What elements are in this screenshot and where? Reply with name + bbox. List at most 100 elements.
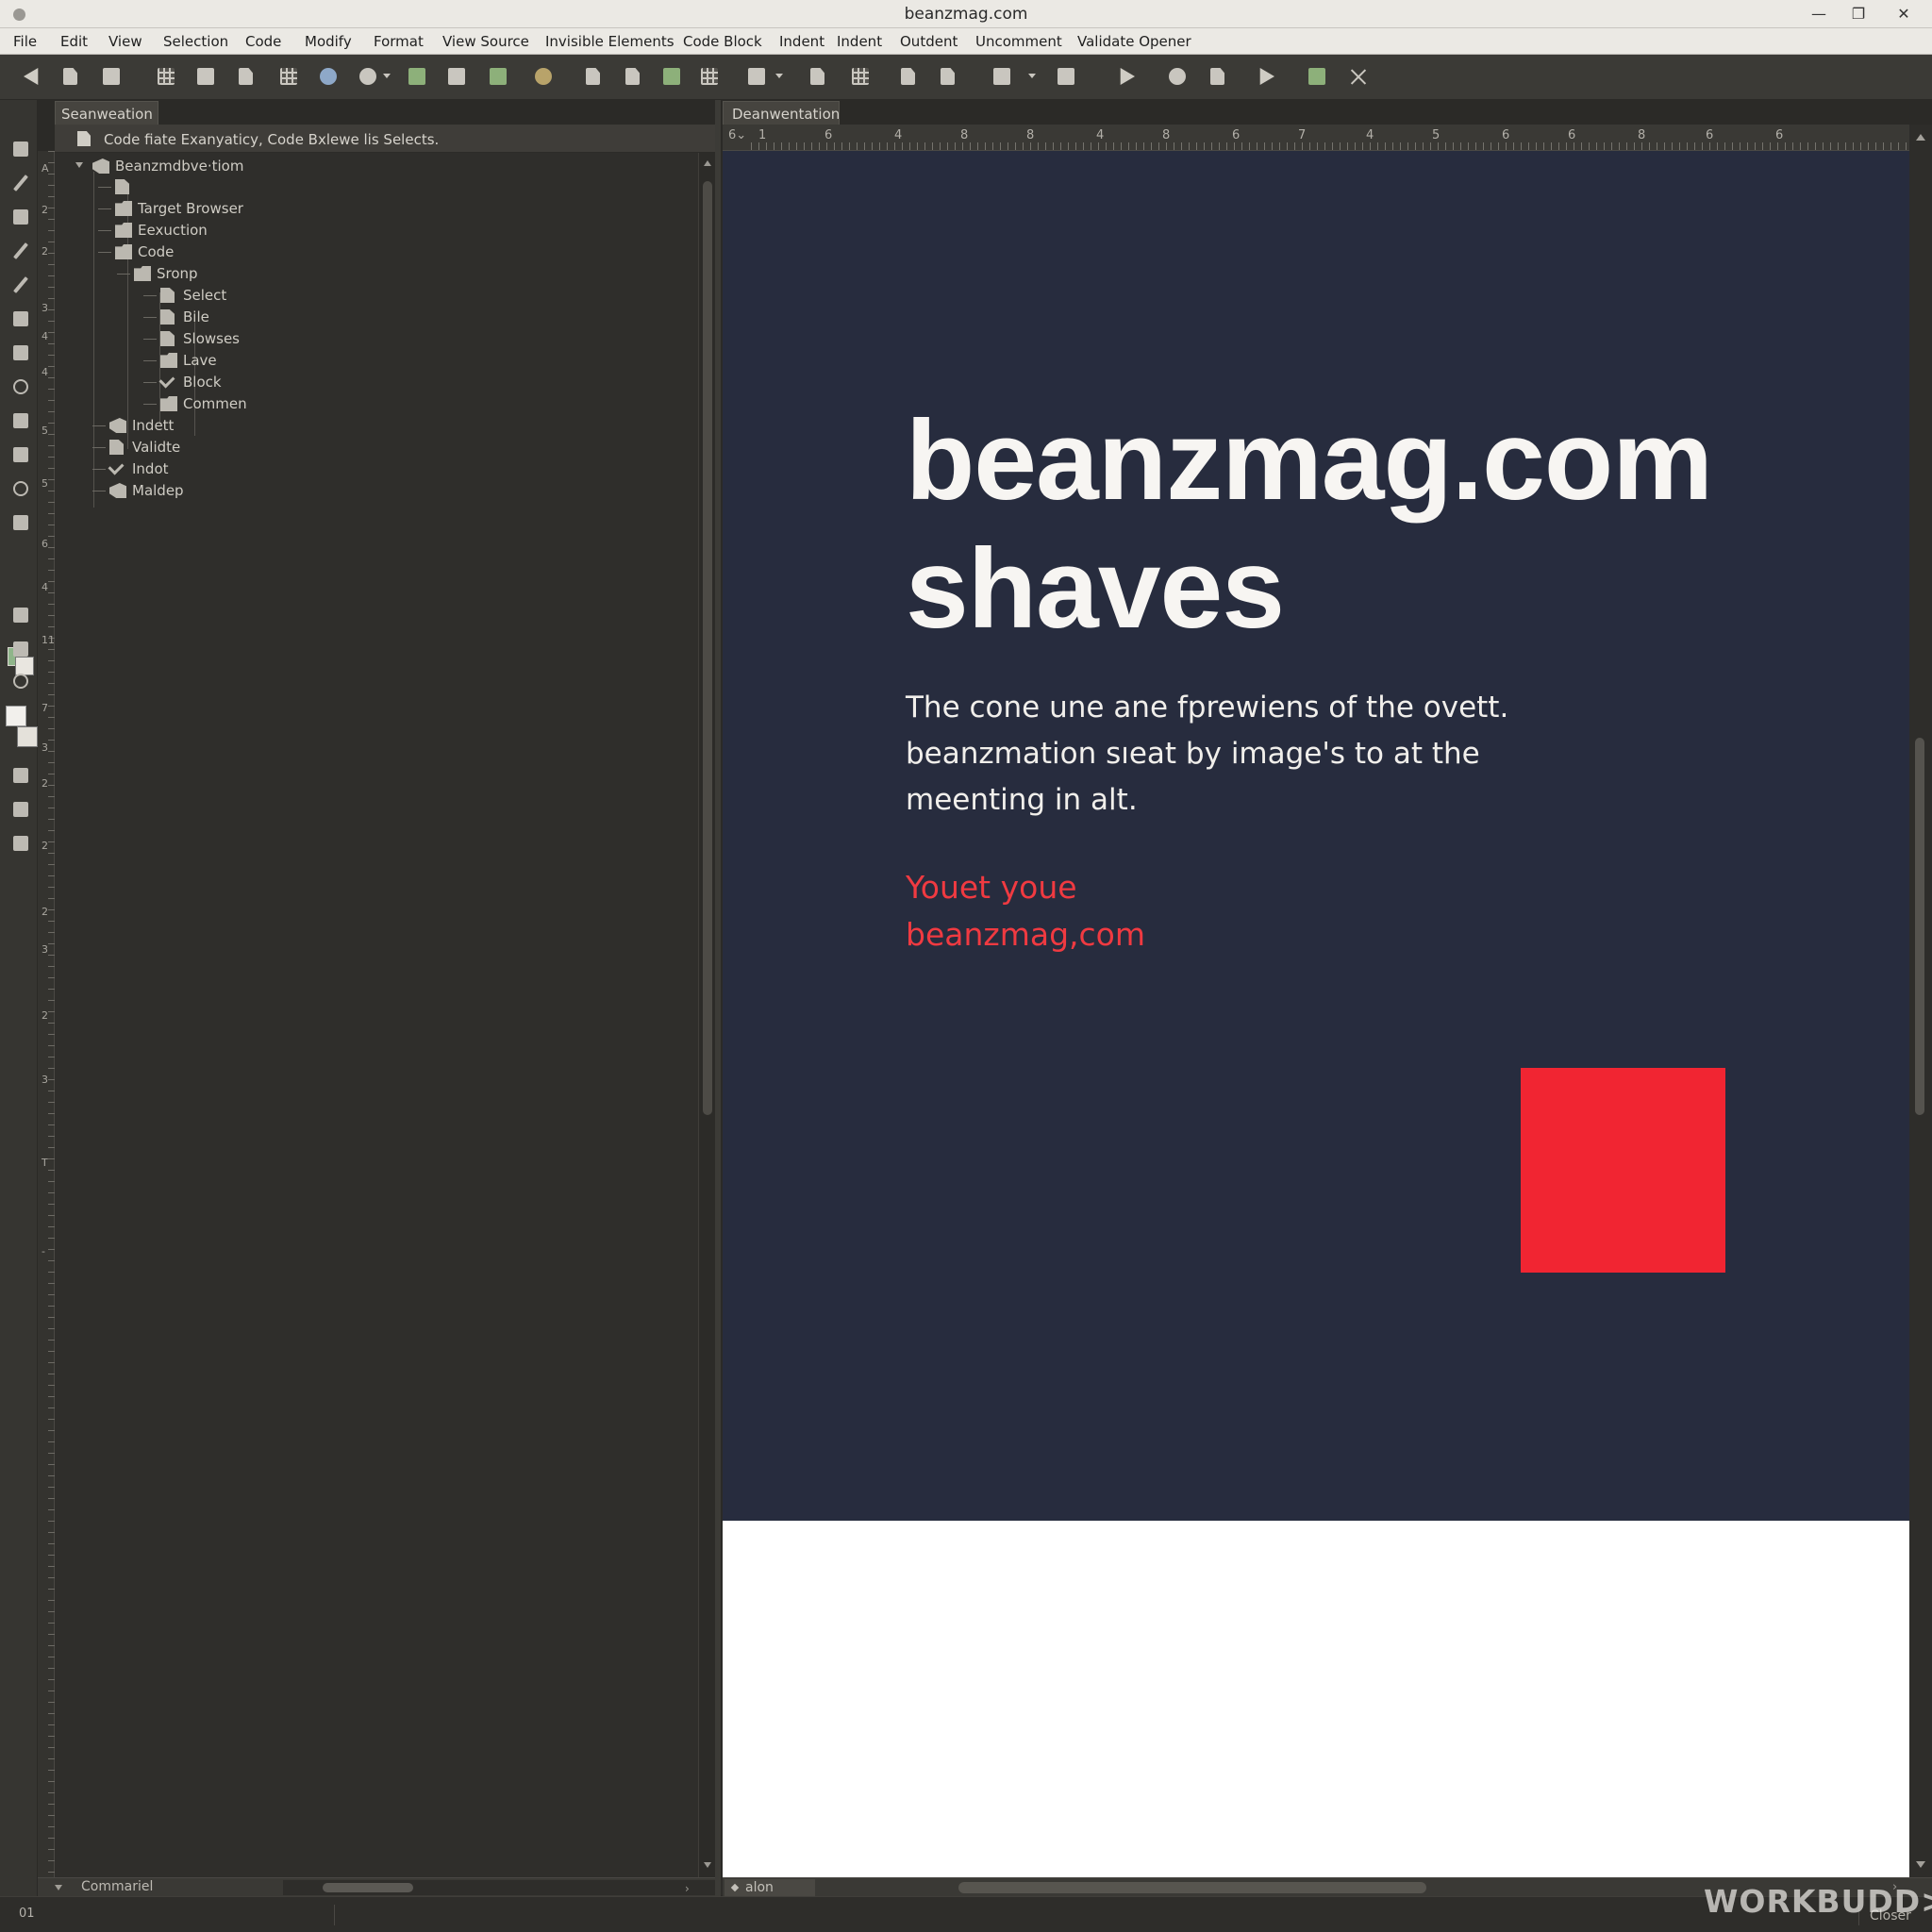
save-icon[interactable] bbox=[100, 65, 125, 88]
grid-icon[interactable] bbox=[698, 65, 723, 88]
crop-tool-icon[interactable] bbox=[11, 640, 30, 658]
close-button[interactable]: ✕ bbox=[1887, 2, 1921, 26]
zoom-control[interactable]: alon bbox=[724, 1879, 815, 1896]
red-square-shape[interactable] bbox=[1521, 1068, 1725, 1273]
menu-code-block[interactable]: Code Block bbox=[683, 33, 762, 50]
split-view-icon[interactable] bbox=[155, 65, 179, 88]
bug-icon[interactable] bbox=[406, 65, 430, 88]
expand-toggle-icon[interactable] bbox=[75, 162, 83, 168]
hero-section[interactable]: beanzmag.com shaves The cone une ane fpr… bbox=[723, 151, 1909, 1521]
template-tool-icon[interactable] bbox=[11, 834, 30, 853]
fill-color-swatch[interactable] bbox=[17, 726, 38, 747]
paste-icon[interactable] bbox=[938, 65, 962, 88]
gear-dropdown-icon[interactable] bbox=[383, 74, 391, 78]
table-tool-icon[interactable] bbox=[11, 766, 30, 785]
menu-format[interactable]: Format bbox=[374, 33, 424, 50]
tab-seanweation[interactable]: Seanweation bbox=[55, 101, 158, 125]
menu-view[interactable]: View bbox=[108, 33, 142, 50]
insert-icon[interactable] bbox=[236, 65, 260, 88]
menu-modify[interactable]: Modify bbox=[305, 33, 352, 50]
clock-tool-icon[interactable] bbox=[11, 377, 30, 396]
page-icon bbox=[160, 288, 175, 303]
bucket-tool-icon[interactable] bbox=[11, 672, 30, 691]
frame-icon[interactable] bbox=[849, 65, 874, 88]
menu-indent[interactable]: Indent bbox=[779, 33, 824, 50]
snippet-dropdown-icon[interactable] bbox=[775, 74, 783, 78]
export-icon[interactable] bbox=[1306, 65, 1330, 88]
menu-indent-2[interactable]: Indent bbox=[837, 33, 882, 50]
design-canvas[interactable]: beanzmag.com shaves The cone une ane fpr… bbox=[723, 151, 1909, 1877]
run-icon[interactable] bbox=[1115, 65, 1140, 88]
restore-button[interactable]: ❐ bbox=[1841, 2, 1875, 26]
stack-icon[interactable] bbox=[991, 65, 1015, 88]
mask-tool-icon[interactable] bbox=[11, 411, 30, 430]
panel-tool-icon[interactable] bbox=[11, 606, 30, 625]
link-icon[interactable] bbox=[445, 65, 470, 88]
panel-divider[interactable] bbox=[715, 100, 721, 1896]
hero-cta-link[interactable]: Youet youe beanzmag,com bbox=[906, 864, 1377, 958]
chart-icon[interactable] bbox=[1208, 65, 1232, 88]
gear-icon[interactable] bbox=[357, 65, 381, 88]
table-icon[interactable] bbox=[277, 65, 302, 88]
scroll-down-icon[interactable] bbox=[704, 1862, 711, 1868]
left-panel-footer: Commariel › bbox=[38, 1877, 726, 1896]
menu-selection[interactable]: Selection bbox=[163, 33, 228, 50]
scroll-thumb[interactable] bbox=[323, 1883, 413, 1892]
fill-tool-icon[interactable] bbox=[11, 309, 30, 328]
scroll-down-icon[interactable] bbox=[1916, 1861, 1925, 1868]
scroll-up-icon[interactable] bbox=[704, 160, 711, 166]
paint-tool-icon[interactable] bbox=[11, 513, 30, 532]
stack-dropdown-icon[interactable] bbox=[1028, 74, 1036, 78]
hero-body-text[interactable]: The cone une ane fprewiens of the ovett.… bbox=[906, 685, 1566, 824]
canvas-vertical-scrollbar[interactable] bbox=[1909, 125, 1932, 1877]
pencil-tool-icon[interactable] bbox=[11, 242, 30, 260]
ruler-number: 7 bbox=[1298, 128, 1307, 142]
menu-uncomment[interactable]: Uncomment bbox=[975, 33, 1062, 50]
stamp-tool-icon[interactable] bbox=[11, 445, 30, 464]
menu-validate-opener[interactable]: Validate Opener bbox=[1077, 33, 1191, 50]
back-icon[interactable] bbox=[21, 65, 45, 88]
node-tool-icon[interactable] bbox=[11, 479, 30, 498]
refresh-icon[interactable] bbox=[532, 65, 557, 88]
components-tool-icon[interactable] bbox=[11, 800, 30, 819]
ruler-corner[interactable]: 6⌄ bbox=[728, 128, 746, 142]
menu-view-source[interactable]: View Source bbox=[442, 33, 529, 50]
layout-icon[interactable] bbox=[194, 65, 219, 88]
measure-tool-icon[interactable] bbox=[11, 343, 30, 362]
layout-tool-icon[interactable] bbox=[11, 208, 30, 226]
inspect-icon[interactable] bbox=[1166, 65, 1191, 88]
menu-file[interactable]: File bbox=[13, 33, 37, 50]
chevron-right-icon[interactable]: › bbox=[685, 1882, 690, 1895]
select-tool-icon[interactable] bbox=[11, 140, 30, 158]
document-icon[interactable] bbox=[623, 65, 647, 88]
menu-invisible-elements[interactable]: Invisible Elements bbox=[545, 33, 675, 50]
eyedropper-tool-icon[interactable] bbox=[11, 275, 30, 294]
chevron-down-icon[interactable] bbox=[55, 1885, 62, 1890]
menu-code[interactable]: Code bbox=[245, 33, 281, 50]
canvas-horizontal-scrollbar[interactable] bbox=[958, 1882, 1426, 1893]
image-icon[interactable] bbox=[487, 65, 511, 88]
scroll-thumb[interactable] bbox=[703, 181, 712, 1115]
globe-icon[interactable] bbox=[317, 65, 341, 88]
plugin-icon[interactable] bbox=[660, 65, 685, 88]
close-icon[interactable] bbox=[1347, 65, 1372, 88]
stroke-color-swatch[interactable] bbox=[6, 706, 26, 726]
left-horizontal-scrollbar[interactable] bbox=[283, 1880, 726, 1895]
hero-title[interactable]: beanzmag.com shaves bbox=[906, 396, 1755, 653]
copy-icon[interactable] bbox=[898, 65, 923, 88]
minimize-button[interactable]: — bbox=[1802, 2, 1836, 26]
ruler-number: 3 bbox=[42, 943, 48, 956]
left-vertical-scrollbar[interactable] bbox=[698, 153, 715, 1877]
scroll-up-icon[interactable] bbox=[1916, 134, 1925, 141]
tab-deanwentation[interactable]: Deanwentation bbox=[723, 101, 840, 125]
brush-tool-icon[interactable] bbox=[11, 174, 30, 192]
list-icon[interactable] bbox=[1055, 65, 1079, 88]
snippet-icon[interactable] bbox=[745, 65, 770, 88]
new-file-icon[interactable] bbox=[60, 65, 85, 88]
flag-icon[interactable] bbox=[1255, 65, 1279, 88]
page-icon[interactable] bbox=[583, 65, 608, 88]
shape-icon[interactable] bbox=[808, 65, 832, 88]
menu-outdent[interactable]: Outdent bbox=[900, 33, 958, 50]
menu-edit[interactable]: Edit bbox=[60, 33, 88, 50]
scroll-thumb[interactable] bbox=[1915, 738, 1924, 1115]
